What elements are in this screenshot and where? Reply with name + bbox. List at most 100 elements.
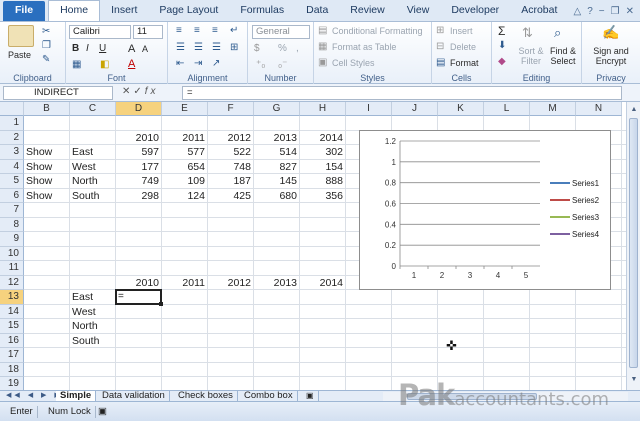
- row-header-3[interactable]: 3: [0, 145, 24, 160]
- column-header-l[interactable]: L: [484, 102, 530, 116]
- delete-cells-button[interactable]: Delete: [450, 42, 476, 52]
- align-top-icon[interactable]: ≡: [176, 25, 182, 36]
- sort-filter-button[interactable]: Sort & Filter: [516, 46, 546, 66]
- value-cell[interactable]: 522: [208, 145, 253, 159]
- shrink-font-icon[interactable]: A: [142, 44, 148, 54]
- region-cell[interactable]: West: [70, 160, 115, 174]
- cancel-icon[interactable]: ✕: [122, 86, 133, 97]
- active-cell[interactable]: =: [115, 289, 162, 305]
- macro-recording-icon[interactable]: ▣: [94, 406, 111, 418]
- year-header-cell[interactable]: 2014: [300, 276, 345, 290]
- tab-page-layout[interactable]: Page Layout: [148, 1, 229, 21]
- enter-icon[interactable]: ✓: [133, 86, 144, 97]
- row-header-11[interactable]: 11: [0, 261, 24, 276]
- row-header-18[interactable]: 18: [0, 362, 24, 377]
- sign-encrypt-icon[interactable]: ✍: [602, 24, 619, 41]
- column-header-d[interactable]: D: [116, 102, 162, 116]
- find-select-button[interactable]: Find & Select: [547, 46, 579, 66]
- year-header-cell[interactable]: 2010: [116, 276, 161, 290]
- row-header-7[interactable]: 7: [0, 203, 24, 218]
- value-cell[interactable]: 124: [162, 189, 207, 203]
- value-cell[interactable]: 298: [116, 189, 161, 203]
- value-cell[interactable]: 145: [254, 174, 299, 188]
- row-header-19[interactable]: 19: [0, 377, 24, 390]
- row-header-17[interactable]: 17: [0, 348, 24, 363]
- align-middle-icon[interactable]: ≡: [194, 25, 200, 36]
- year-header-cell[interactable]: 2013: [254, 131, 299, 145]
- find-select-icon[interactable]: ⌕: [554, 25, 561, 41]
- value-cell[interactable]: 748: [208, 160, 253, 174]
- format-as-table-button[interactable]: Format as Table: [332, 42, 396, 52]
- tab-view[interactable]: View: [396, 1, 441, 21]
- tab-file[interactable]: File: [3, 1, 46, 21]
- fill-handle[interactable]: [159, 301, 163, 306]
- insert-function-icon[interactable]: fx: [145, 86, 159, 97]
- help-icon[interactable]: ?: [587, 6, 593, 17]
- conditional-formatting-button[interactable]: Conditional Formatting: [332, 26, 423, 36]
- row-header-8[interactable]: 8: [0, 217, 24, 232]
- value-cell[interactable]: 749: [116, 174, 161, 188]
- borders-icon[interactable]: ▦: [72, 59, 81, 70]
- row-header-1[interactable]: 1: [0, 116, 24, 131]
- font-color-icon[interactable]: A: [128, 58, 135, 70]
- tab-review[interactable]: Review: [339, 1, 395, 21]
- column-header-k[interactable]: K: [438, 102, 484, 116]
- cell-styles-button[interactable]: Cell Styles: [332, 58, 375, 68]
- column-header-b[interactable]: B: [24, 102, 70, 116]
- column-header-j[interactable]: J: [392, 102, 438, 116]
- increase-indent-icon[interactable]: ⇥: [194, 58, 202, 69]
- show-flag-cell[interactable]: Show: [24, 189, 69, 203]
- tab-home[interactable]: Home: [48, 0, 101, 21]
- orientation-icon[interactable]: ↗: [212, 58, 220, 69]
- region-cell[interactable]: East: [70, 290, 115, 304]
- year-header-cell[interactable]: 2014: [300, 131, 345, 145]
- row-header-15[interactable]: 15: [0, 319, 24, 334]
- scroll-down-icon[interactable]: ▼: [628, 374, 640, 386]
- region-cell[interactable]: North: [70, 174, 115, 188]
- show-flag-cell[interactable]: Show: [24, 160, 69, 174]
- column-header-f[interactable]: F: [208, 102, 254, 116]
- percent-button[interactable]: %: [278, 43, 287, 54]
- tab-developer[interactable]: Developer: [440, 1, 510, 21]
- bold-button[interactable]: B: [72, 43, 79, 54]
- tab-acrobat[interactable]: Acrobat: [510, 1, 568, 21]
- value-cell[interactable]: 577: [162, 145, 207, 159]
- show-flag-cell[interactable]: Show: [24, 145, 69, 159]
- format-as-table-icon[interactable]: ▦: [318, 41, 327, 52]
- row-header-2[interactable]: 2: [0, 130, 24, 145]
- tab-insert[interactable]: Insert: [100, 1, 148, 21]
- chart[interactable]: 0 0.2 0.4 0.6 0.8 1 1.2 1 2 3 4 5 Series1 Series2 Seri…: [359, 130, 611, 290]
- region-cell[interactable]: South: [70, 334, 115, 348]
- row-header-12[interactable]: 12: [0, 275, 24, 290]
- column-header-h[interactable]: H: [300, 102, 346, 116]
- comma-button[interactable]: ,: [296, 43, 299, 54]
- row-header-9[interactable]: 9: [0, 232, 24, 247]
- merge-center-icon[interactable]: ⊞: [230, 42, 238, 53]
- value-cell[interactable]: 654: [162, 160, 207, 174]
- value-cell[interactable]: 888: [300, 174, 345, 188]
- fill-icon[interactable]: ⬇: [498, 40, 506, 51]
- value-cell[interactable]: 154: [300, 160, 345, 174]
- delete-cells-icon[interactable]: ⊟: [436, 41, 444, 52]
- grow-font-icon[interactable]: A: [128, 43, 135, 55]
- tab-data[interactable]: Data: [295, 1, 339, 21]
- align-center-icon[interactable]: ☰: [194, 42, 203, 53]
- value-cell[interactable]: 827: [254, 160, 299, 174]
- year-header-cell[interactable]: 2010: [116, 131, 161, 145]
- paste-button[interactable]: Paste: [8, 50, 31, 60]
- row-header-13[interactable]: 13: [0, 290, 24, 305]
- insert-cells-icon[interactable]: ⊞: [436, 25, 444, 36]
- row-header-6[interactable]: 6: [0, 188, 24, 203]
- column-header-n[interactable]: N: [576, 102, 622, 116]
- row-header-10[interactable]: 10: [0, 246, 24, 261]
- value-cell[interactable]: 514: [254, 145, 299, 159]
- restore-icon[interactable]: ❐: [611, 6, 620, 17]
- close-icon[interactable]: ✕: [626, 6, 634, 17]
- align-left-icon[interactable]: ☰: [176, 42, 185, 53]
- year-header-cell[interactable]: 2012: [208, 276, 253, 290]
- vertical-scroll-thumb[interactable]: [629, 118, 638, 368]
- value-cell[interactable]: 425: [208, 189, 253, 203]
- format-cells-button[interactable]: Format: [450, 58, 479, 68]
- minimize-icon[interactable]: −: [599, 6, 605, 17]
- value-cell[interactable]: 356: [300, 189, 345, 203]
